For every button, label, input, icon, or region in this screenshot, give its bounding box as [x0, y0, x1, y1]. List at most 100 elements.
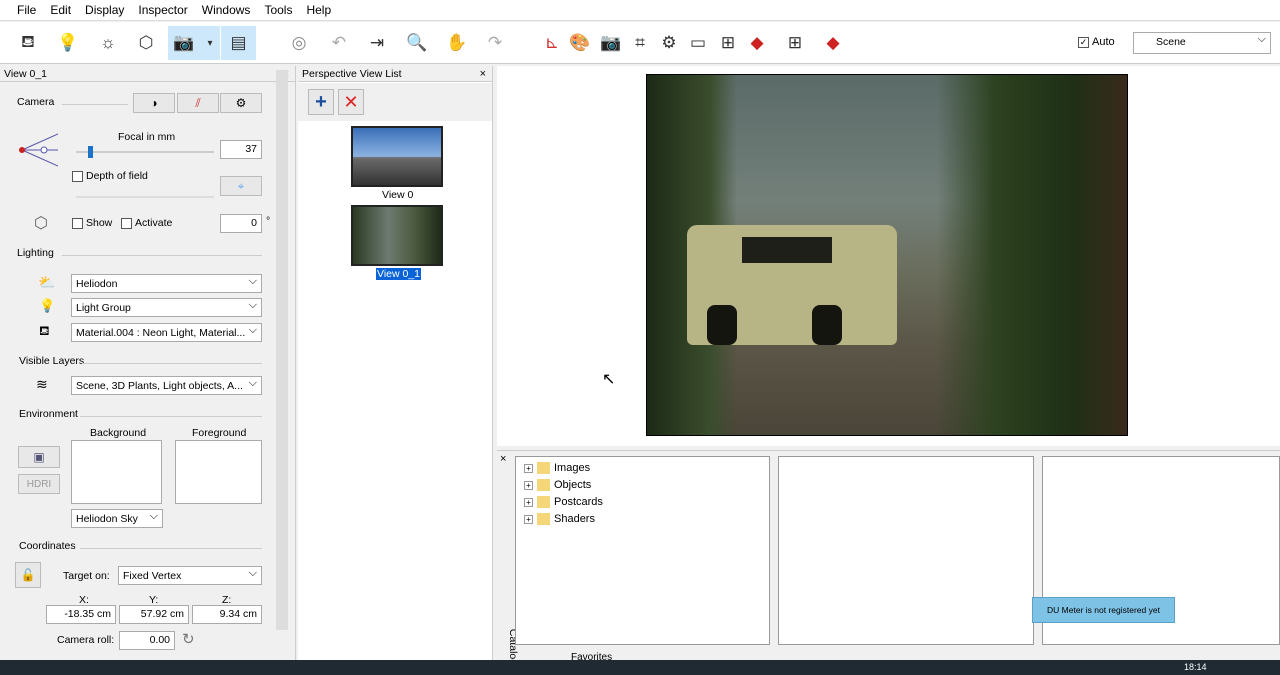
lock-icon[interactable]: 🔓 — [15, 562, 41, 588]
view-label-1[interactable]: View 0_1 — [376, 268, 422, 280]
add-view-button[interactable]: + — [308, 89, 334, 115]
inspector-panel: View 0_1× Camera ◑ ⫽ ⚙ Focal in mm 37 De… — [0, 66, 296, 660]
y-input[interactable]: 57.92 cm — [119, 605, 189, 624]
crop-icon[interactable]: ⌗ — [625, 26, 655, 60]
light-group-select[interactable]: Light Group — [71, 298, 262, 317]
material-icon: ⛾ — [39, 323, 50, 338]
target-select[interactable]: Fixed Vertex — [118, 566, 262, 585]
sun-icon[interactable]: ☼ — [93, 26, 123, 60]
perspective-view-list-panel: Perspective View List × + ✕ View 0 View 0… — [298, 66, 493, 660]
vehicle — [687, 225, 897, 345]
tree-item-postcards[interactable]: + Postcards — [516, 494, 769, 511]
camera-dropdown-icon[interactable]: ▾ — [200, 26, 220, 60]
catalog-tree: + Images + Objects + Postcards + Shaders — [515, 456, 770, 645]
inspector-title: View 0_1× — [0, 66, 295, 82]
dof-slider[interactable] — [76, 196, 214, 198]
menu-inspector[interactable]: Inspector — [138, 3, 187, 17]
delete-view-button[interactable]: ✕ — [338, 89, 364, 115]
bulb-icon: 💡 — [39, 298, 56, 313]
snapshot-icon[interactable]: 📷 — [596, 26, 626, 60]
pan-hand-icon[interactable]: ✋ — [442, 26, 472, 60]
heliodon-select[interactable]: Heliodon — [71, 274, 262, 293]
camera-roll-input[interactable]: 0.00 — [119, 631, 175, 650]
activate-checkbox[interactable]: Activate — [121, 217, 172, 229]
sun-cloud-icon: ⛅ — [38, 274, 56, 290]
du-meter-tooltip: DU Meter is not registered yet — [1032, 597, 1175, 623]
auto-checkbox[interactable]: ✓ Auto — [1078, 36, 1115, 48]
sky-select[interactable]: Heliodon Sky — [71, 509, 163, 528]
menu-display[interactable]: Display — [85, 3, 124, 17]
scrollbar[interactable] — [276, 70, 288, 630]
angle-input[interactable]: 0 — [220, 214, 262, 233]
environment-section: Environment — [19, 408, 78, 420]
camera-settings-button[interactable]: ⚙ — [220, 93, 262, 113]
focal-input[interactable]: 37 — [220, 140, 262, 159]
camera-color-button[interactable]: ⫽ — [177, 93, 219, 113]
render-logo-icon[interactable]: ◆ — [742, 26, 772, 60]
camera-focal-diagram-icon — [18, 132, 59, 170]
background-swatch[interactable] — [71, 440, 162, 504]
menu-file[interactable]: File — [17, 3, 36, 17]
degree-unit: ° — [266, 215, 271, 227]
palette-icon[interactable]: 🎨 — [565, 26, 595, 60]
camera-icon[interactable]: 📷 — [168, 26, 200, 60]
visible-layers-select[interactable]: Scene, 3D Plants, Light objects, A... — [71, 376, 262, 395]
tree-label: Images — [554, 462, 591, 474]
layers-icon: ≋ — [36, 376, 48, 392]
hdri-button[interactable]: HDRI — [18, 474, 60, 494]
menu-help[interactable]: Help — [306, 3, 331, 17]
foreground-swatch[interactable] — [175, 440, 262, 504]
target-label: Target on: — [63, 570, 110, 582]
perspective-list-title: Perspective View List × — [298, 66, 492, 82]
environment-image-button[interactable]: ▣ — [18, 446, 60, 468]
render-logo-2-icon[interactable]: ◆ — [818, 26, 848, 60]
redo-icon[interactable]: ↷ — [480, 26, 510, 60]
view-list-icon[interactable]: ▤ — [221, 26, 256, 60]
add-window-icon[interactable]: ⊞ — [780, 26, 810, 60]
tree-item-shaders[interactable]: + Shaders — [516, 511, 769, 528]
scene-select[interactable]: Scene — [1133, 32, 1271, 54]
settings-icon[interactable]: ⚙ — [654, 26, 684, 60]
z-input[interactable]: 9.34 cm — [192, 605, 262, 624]
viewport[interactable]: ↖ — [497, 66, 1280, 446]
visible-layers-section: Visible Layers — [19, 355, 85, 367]
orbit-icon[interactable]: ◎ — [284, 26, 314, 60]
mouse-cursor-icon: ↖ — [602, 371, 616, 388]
axes-icon[interactable]: ⊾ — [537, 26, 567, 60]
render-window-icon[interactable]: ▭ — [683, 26, 713, 60]
camera-type-button[interactable]: ◑ — [133, 93, 175, 113]
box-icon: ⬡ — [34, 215, 48, 232]
dof-label: Depth of field — [86, 170, 148, 182]
walk-icon[interactable]: ⇥ — [362, 26, 392, 60]
depth-of-field-checkbox[interactable]: Depth of field — [72, 170, 148, 182]
background-label: Background — [90, 427, 147, 439]
inspector-title-text: View 0_1 — [4, 68, 48, 80]
menu-windows[interactable]: Windows — [202, 3, 251, 17]
focal-slider[interactable] — [76, 146, 214, 158]
menu-edit[interactable]: Edit — [50, 3, 71, 17]
view-thumbnail-0[interactable] — [351, 126, 443, 187]
x-input[interactable]: -18.35 cm — [46, 605, 116, 624]
add-render-icon[interactable]: ⊞ — [713, 26, 743, 60]
cube-icon[interactable]: ⬡ — [131, 26, 161, 60]
tree-item-images[interactable]: + Images — [516, 460, 769, 477]
close-icon[interactable]: × — [500, 453, 506, 465]
foreground-label: Foreground — [192, 427, 247, 439]
menu-tools[interactable]: Tools — [264, 3, 292, 17]
tree-item-objects[interactable]: + Objects — [516, 477, 769, 494]
material-select[interactable]: Material.004 : Neon Light, Material... — [71, 323, 262, 342]
zoom-icon[interactable]: 🔍 — [402, 26, 432, 60]
focus-target-button[interactable]: ⌖ — [220, 176, 262, 196]
paint-bucket-icon[interactable]: ⛾ — [13, 26, 43, 60]
show-checkbox[interactable]: Show — [72, 217, 112, 229]
taskbar: 18:14 — [0, 660, 1280, 675]
view-label-0[interactable]: View 0 — [382, 189, 413, 201]
view-thumbnail-1[interactable] — [351, 205, 443, 266]
camera-roll-label: Camera roll: — [57, 634, 115, 646]
rotate-knob-icon[interactable]: ↻ — [182, 630, 195, 648]
undo-icon[interactable]: ↶ — [324, 26, 354, 60]
show-label: Show — [86, 217, 113, 229]
coordinates-section: Coordinates — [19, 540, 76, 552]
lightbulb-icon[interactable]: 💡 — [53, 26, 83, 60]
close-icon[interactable]: × — [480, 66, 486, 82]
